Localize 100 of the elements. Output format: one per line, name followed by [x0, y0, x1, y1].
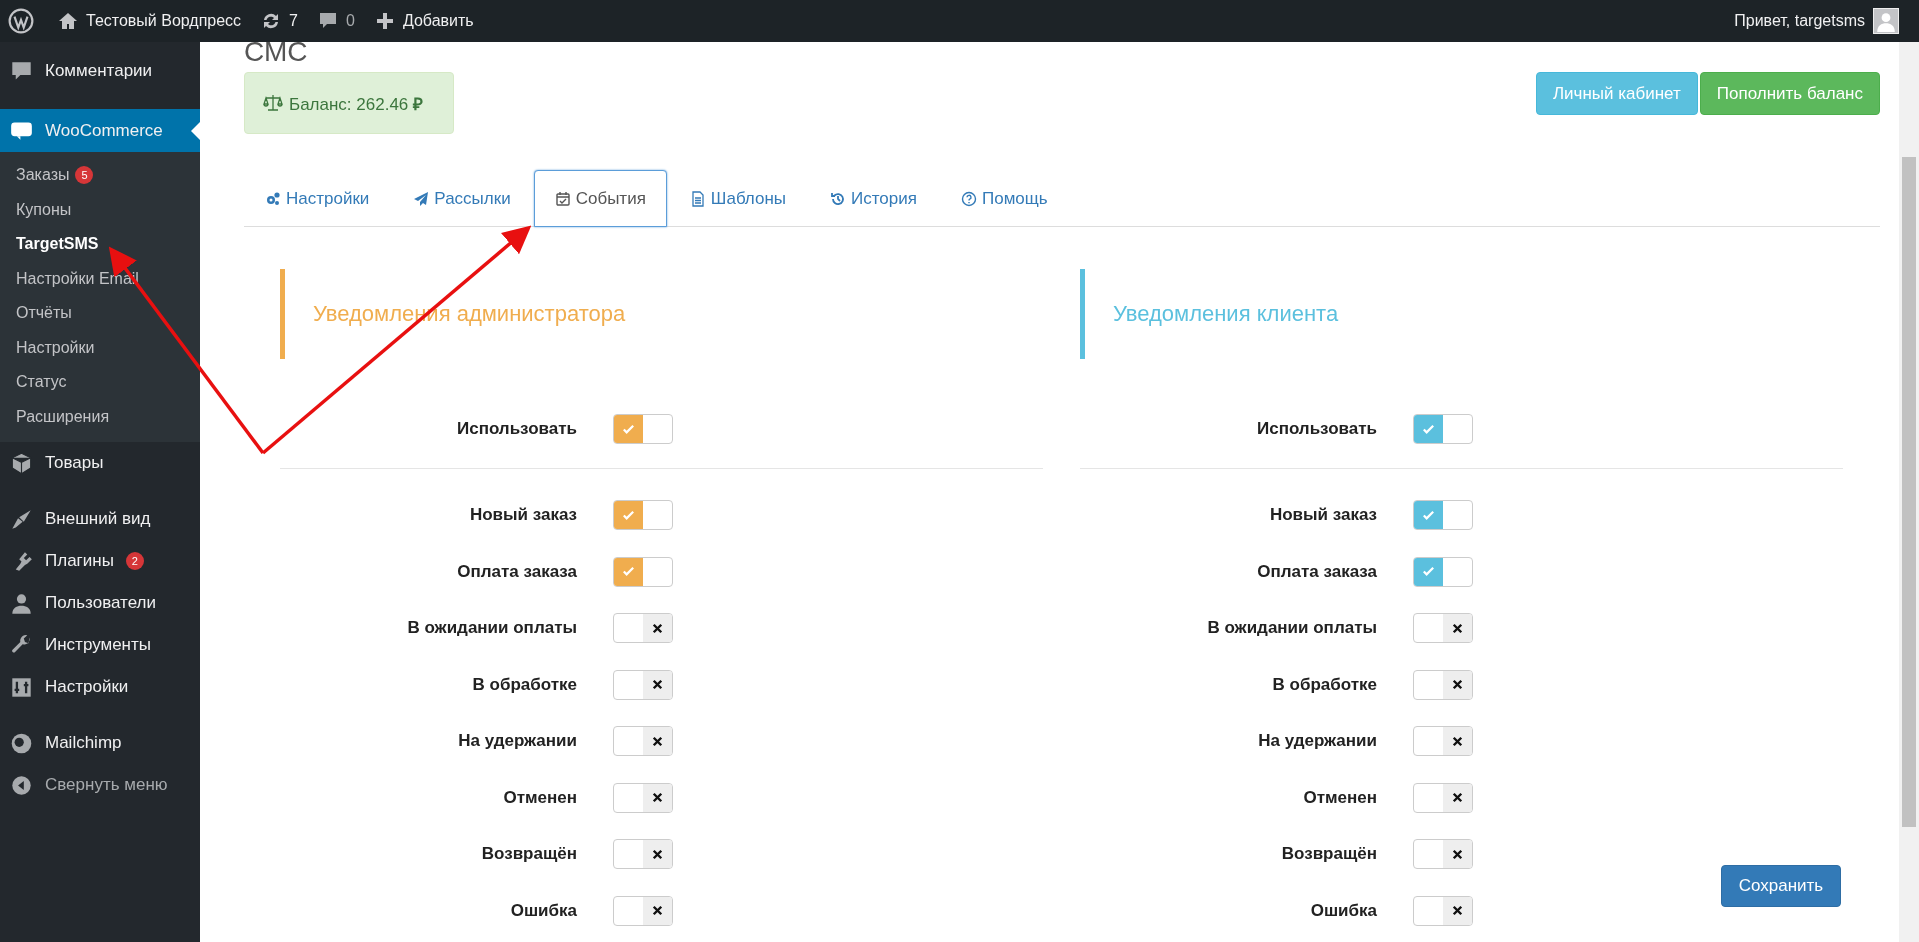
submenu-item[interactable]: Статус — [0, 365, 200, 400]
toggle-switch[interactable] — [613, 895, 673, 926]
site-name-link[interactable]: Тестовый Вордпресс — [58, 11, 242, 31]
setting-label: Возвращён — [480, 844, 577, 865]
box-icon — [10, 451, 33, 475]
submenu-label: Купоны — [16, 200, 72, 219]
section-heading: Уведомления клиента — [1080, 269, 1843, 359]
toggle-switch[interactable] — [613, 782, 673, 813]
menu-item[interactable]: Свернуть меню — [0, 764, 200, 806]
toggle-switch[interactable] — [1413, 782, 1473, 813]
menu-label: Пользователи — [45, 593, 156, 613]
tab[interactable]: События — [533, 170, 667, 227]
menu-label: Настройки — [45, 677, 129, 697]
submenu-item[interactable]: Настройки — [0, 330, 200, 365]
setting-label: Новый заказ — [468, 505, 577, 526]
home-icon — [58, 11, 78, 31]
toggle-switch[interactable] — [1413, 414, 1473, 444]
toggle-switch[interactable] — [613, 500, 673, 531]
submenu-label: Расширения — [16, 407, 110, 426]
toggle-switch[interactable] — [613, 726, 673, 757]
document-icon — [689, 190, 706, 207]
brush-icon — [10, 507, 33, 531]
scrollbar[interactable] — [1899, 42, 1919, 942]
submenu-label: Статус — [16, 373, 67, 392]
history-icon — [830, 190, 847, 207]
paper-plane-icon — [413, 190, 430, 207]
submenu-item[interactable]: Купоны — [0, 192, 200, 227]
menu-label: WooCommerce — [45, 120, 163, 141]
comment-icon — [318, 11, 338, 31]
tab[interactable]: История — [809, 170, 938, 227]
toggle-switch[interactable] — [613, 613, 673, 644]
menu-label: Mailchimp — [45, 733, 122, 753]
toggle-switch[interactable] — [1413, 895, 1473, 926]
toggle-switch[interactable] — [1413, 556, 1473, 587]
menu-label: Инструменты — [45, 635, 151, 655]
wordpress-logo-icon[interactable] — [8, 8, 34, 34]
toggle-switch[interactable] — [613, 414, 673, 444]
setting-label: Использовать — [1255, 419, 1377, 439]
comments-link[interactable]: 0 — [318, 11, 355, 31]
updates-link[interactable]: 7 — [261, 11, 298, 31]
user-icon — [10, 591, 33, 615]
toggle-switch[interactable] — [613, 669, 673, 700]
avatar-icon — [1873, 8, 1899, 34]
setting-label: Возвращён — [1280, 844, 1377, 865]
setting-label: Оплата заказа — [1256, 561, 1377, 582]
menu-item[interactable]: Инструменты — [0, 624, 200, 666]
setting-label: Отменен — [502, 787, 577, 808]
balance-text: Баланс: 262.46 ₽ — [289, 93, 424, 115]
menu-item[interactable]: Mailchimp — [0, 722, 200, 764]
collapse-icon — [10, 773, 33, 797]
submenu-item[interactable]: TargetSMS — [0, 227, 200, 262]
tab[interactable]: Настройки — [244, 170, 391, 227]
user-greeting-link[interactable]: Привет, targetsms — [1734, 8, 1899, 34]
toggle-switch[interactable] — [1413, 839, 1473, 870]
menu-item[interactable]: Плагины 2 — [0, 540, 200, 582]
setting-label: Новый заказ — [1268, 505, 1377, 526]
add-new-link[interactable]: Добавить — [374, 11, 474, 31]
menu-label: Внешний вид — [45, 509, 151, 529]
menu-item[interactable]: Комментарии — [0, 50, 200, 92]
menu-item[interactable]: Товары — [0, 442, 200, 484]
help-icon — [961, 190, 977, 207]
toggle-switch[interactable] — [613, 839, 673, 870]
count-badge: 5 — [75, 166, 94, 185]
menu-label: Комментарии — [45, 61, 153, 81]
setting-label: В ожидании оплаты — [1206, 618, 1377, 639]
tab[interactable]: Рассылки — [392, 170, 532, 227]
submenu-label: Заказы — [16, 166, 70, 185]
menu-label: Товары — [45, 453, 104, 473]
current-pointer-icon — [191, 122, 200, 140]
toggle-switch[interactable] — [1413, 669, 1473, 700]
submenu-item[interactable]: Заказы 5 — [0, 158, 200, 193]
submenu-item[interactable]: Отчёты — [0, 296, 200, 331]
setting-label: На удержании — [1257, 731, 1377, 752]
sliders-icon — [10, 675, 33, 699]
menu-label: Свернуть меню — [45, 775, 168, 795]
menu-item[interactable]: WooCommerce — [0, 109, 200, 152]
setting-label: Оплата заказа — [456, 561, 577, 582]
menu-item[interactable]: Внешний вид — [0, 498, 200, 540]
plus-icon — [374, 11, 395, 31]
setting-label: Отменен — [1302, 787, 1377, 808]
toggle-switch[interactable] — [1413, 613, 1473, 644]
toggle-switch[interactable] — [1413, 726, 1473, 757]
setting-label: В обработке — [1271, 674, 1377, 695]
menu-item[interactable]: Настройки — [0, 666, 200, 708]
toggle-switch[interactable] — [1413, 500, 1473, 531]
setting-label: В ожидании оплаты — [406, 618, 577, 639]
setting-label: Ошибка — [509, 900, 577, 921]
gears-icon — [265, 190, 281, 207]
submenu-item[interactable]: Расширения — [0, 399, 200, 434]
setting-label: Ошибка — [1309, 900, 1377, 921]
menu-item[interactable]: Пользователи — [0, 582, 200, 624]
setting-label: Использовать — [455, 419, 577, 439]
count-badge: 2 — [125, 552, 144, 570]
toggle-switch[interactable] — [613, 556, 673, 587]
setting-label: В обработке — [471, 674, 577, 695]
tab[interactable]: Шаблоны — [668, 170, 808, 227]
submenu-label: Отчёты — [16, 304, 72, 323]
tab[interactable]: Помощь — [940, 170, 1069, 227]
save-button[interactable]: Сохранить — [1721, 865, 1841, 907]
setting-label: На удержании — [457, 731, 577, 752]
